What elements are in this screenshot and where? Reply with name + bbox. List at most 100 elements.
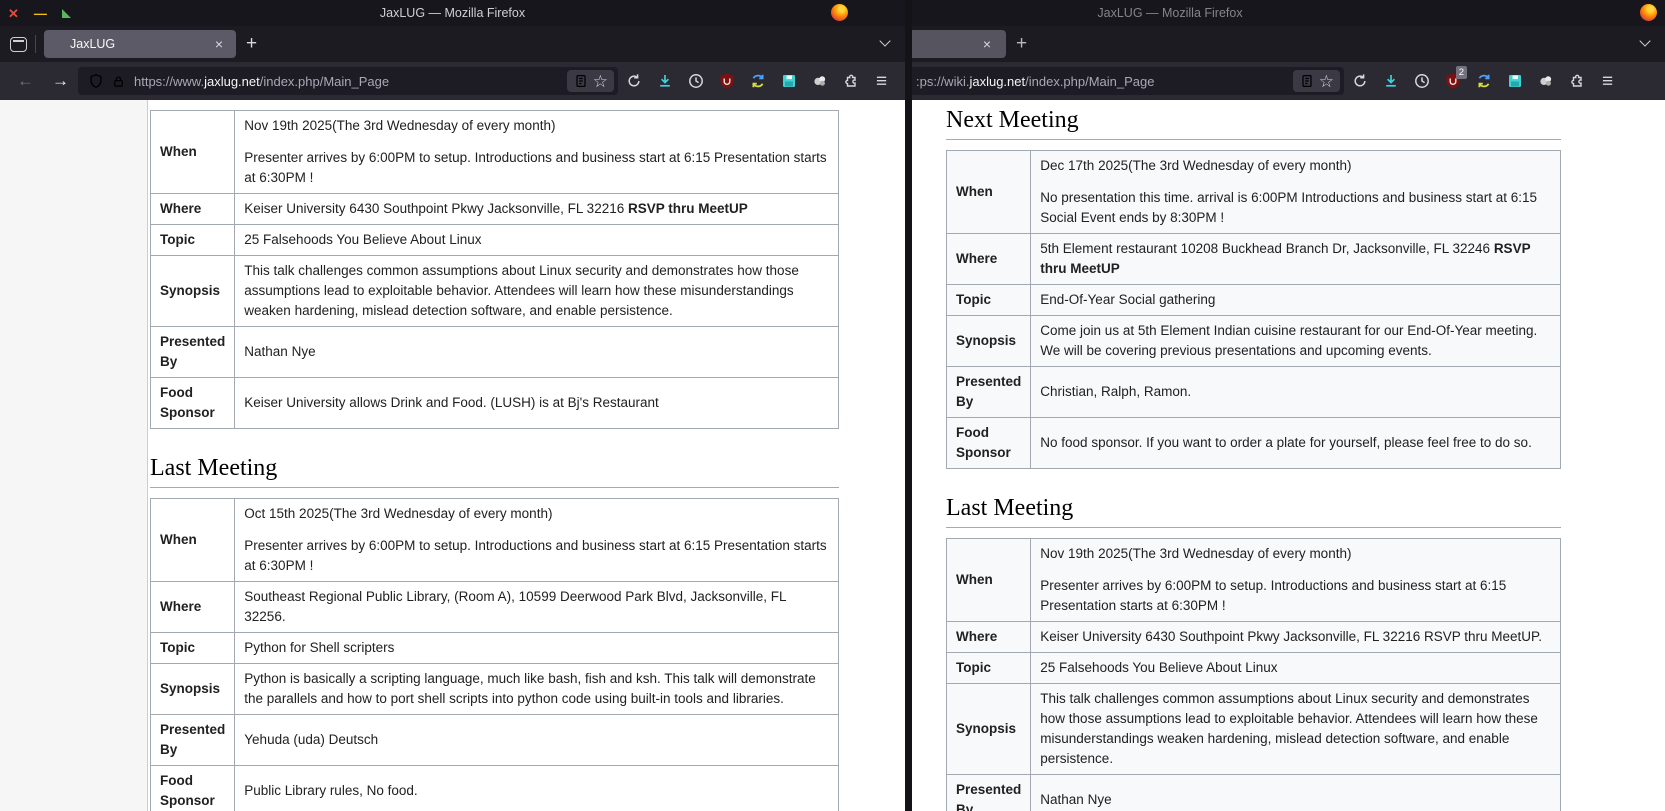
row-value: Keiser University 6430 Southpoint Pkwy J…	[235, 194, 839, 225]
table-row: Food SponsorPublic Library rules, No foo…	[151, 766, 839, 811]
tab-close-icon[interactable]: ×	[980, 35, 994, 53]
row-label: When	[151, 499, 235, 582]
row-label: Presented By	[151, 327, 235, 378]
history-button[interactable]	[1406, 72, 1437, 90]
row-value: Keiser University allows Drink and Food.…	[235, 378, 839, 429]
row-value: Christian, Ralph, Ramon.	[1031, 367, 1561, 418]
reader-view-icon[interactable]	[573, 72, 589, 90]
download-button[interactable]	[1375, 72, 1406, 90]
table-row: Topic25 Falsehoods You Believe About Lin…	[151, 225, 839, 256]
row-value: Yehuda (uda) Deutsch	[235, 715, 839, 766]
maximize-button[interactable]	[62, 9, 71, 18]
menu-button[interactable]: ≡	[866, 72, 897, 91]
save-page-floppy-icon[interactable]	[1499, 72, 1530, 90]
history-button[interactable]	[680, 72, 711, 90]
refresh-button[interactable]	[618, 72, 649, 90]
row-value: Nathan Nye	[235, 327, 839, 378]
row-value: Keiser University 6430 Southpoint Pkwy J…	[1031, 622, 1561, 653]
row-value: Come join us at 5th Element Indian cuisi…	[1031, 316, 1561, 367]
table-row: Food SponsorKeiser University allows Dri…	[151, 378, 839, 429]
row-value: Public Library rules, No food.	[235, 766, 839, 811]
row-label: Synopsis	[151, 256, 235, 327]
table-row: Presented ByChristian, Ralph, Ramon.	[947, 367, 1561, 418]
reader-view-icon[interactable]	[1299, 72, 1315, 90]
list-all-tabs-chevron-icon[interactable]	[879, 35, 890, 46]
row-label: Where	[947, 622, 1031, 653]
close-button[interactable]: ✕	[8, 7, 19, 20]
table-row: WhereSoutheast Regional Public Library, …	[151, 582, 839, 633]
table-row: Topic25 Falsehoods You Believe About Lin…	[947, 653, 1561, 684]
row-value: No food sponsor. If you want to order a …	[1031, 418, 1561, 469]
toolbar-icons: ≡	[618, 72, 897, 91]
firefox-window-right: JaxLUG — Mozilla Firefox × + :ps://wiki.…	[905, 0, 1665, 811]
minimize-button[interactable]: —	[34, 7, 47, 20]
firefox-logo-icon	[831, 4, 848, 21]
bookmark-star-icon[interactable]: ☆	[1319, 73, 1334, 90]
extensions-icon[interactable]	[835, 72, 866, 90]
privacy-badger-icon[interactable]	[1530, 72, 1561, 90]
row-label: Presented By	[947, 367, 1031, 418]
tab-close-icon[interactable]: ×	[212, 35, 226, 53]
lock-icon[interactable]	[111, 74, 126, 89]
row-label: Topic	[947, 653, 1031, 684]
tracking-protection-shield-icon[interactable]	[88, 73, 104, 89]
section-heading: Last Meeting	[150, 455, 839, 488]
table-row: Presented ByYehuda (uda) Deutsch	[151, 715, 839, 766]
table-row: WhereKeiser University 6430 Southpoint P…	[947, 622, 1561, 653]
row-label: Food Sponsor	[151, 766, 235, 811]
proxy-switcher-icon[interactable]	[742, 72, 773, 90]
privacy-badger-icon[interactable]	[804, 72, 835, 90]
row-value: This talk challenges common assumptions …	[235, 256, 839, 327]
download-button[interactable]	[649, 72, 680, 90]
titlebar-left[interactable]: ✕ — JaxLUG — Mozilla Firefox	[0, 0, 905, 26]
navbar-left: ← → https://www.jaxlug.net/index.php/Mai…	[0, 62, 905, 100]
table-row: WhereKeiser University 6430 Southpoint P…	[151, 194, 839, 225]
table-row: WhenNov 19th 2025(The 3rd Wednesday of e…	[151, 111, 839, 194]
window-controls: ✕ —	[0, 7, 71, 20]
ublock-origin-icon[interactable]	[711, 72, 742, 90]
row-value: Nov 19th 2025(The 3rd Wednesday of every…	[235, 111, 839, 194]
firefox-view-icon[interactable]	[10, 37, 27, 52]
ublock-badge: 2	[1456, 66, 1467, 79]
proxy-switcher-icon[interactable]	[1468, 72, 1499, 90]
forward-button[interactable]: →	[43, 71, 78, 91]
row-value: 25 Falsehoods You Believe About Linux	[1031, 653, 1561, 684]
row-label: Synopsis	[151, 664, 235, 715]
row-label: Where	[151, 582, 235, 633]
wiki-content-right: Next MeetingWhenDec 17th 2025(The 3rd We…	[912, 100, 1665, 811]
table-row: TopicPython for Shell scripters	[151, 633, 839, 664]
new-tab-button[interactable]: +	[236, 33, 267, 55]
table-row: WhenNov 19th 2025(The 3rd Wednesday of e…	[947, 539, 1561, 622]
list-all-tabs-chevron-icon[interactable]	[1639, 35, 1650, 46]
tabbar-right: × +	[912, 26, 1665, 62]
ublock-origin-icon[interactable]: 2	[1437, 72, 1468, 90]
tab-label: JaxLUG	[70, 37, 115, 51]
extensions-icon[interactable]	[1561, 72, 1592, 90]
table-row: WhenOct 15th 2025(The 3rd Wednesday of e…	[151, 499, 839, 582]
url-bar[interactable]: https://www.jaxlug.net/index.php/Main_Pa…	[78, 67, 618, 95]
meeting-table: WhenNov 19th 2025(The 3rd Wednesday of e…	[946, 538, 1561, 811]
firefox-window-left: ✕ — JaxLUG — Mozilla Firefox JaxLUG × + …	[0, 0, 905, 811]
table-row: Where5th Element restaurant 10208 Buckhe…	[947, 234, 1561, 285]
save-page-floppy-icon[interactable]	[773, 72, 804, 90]
new-tab-button[interactable]: +	[1006, 33, 1037, 55]
refresh-button[interactable]	[1344, 72, 1375, 90]
table-row: SynopsisThis talk challenges common assu…	[151, 256, 839, 327]
bookmark-star-icon[interactable]: ☆	[593, 73, 608, 90]
back-button[interactable]: ←	[8, 71, 43, 91]
firefox-logo-icon	[1640, 4, 1657, 21]
row-value: Oct 15th 2025(The 3rd Wednesday of every…	[235, 499, 839, 582]
tab-jaxlug[interactable]: JaxLUG ×	[44, 30, 236, 58]
titlebar-right[interactable]: JaxLUG — Mozilla Firefox	[912, 0, 1665, 26]
row-value: Python for Shell scripters	[235, 633, 839, 664]
menu-button[interactable]: ≡	[1592, 72, 1623, 91]
rsvp-bold-text: RSVP thru MeetUP	[1040, 241, 1530, 276]
window-title: JaxLUG — Mozilla Firefox	[380, 6, 525, 20]
row-value: Python is basically a scripting language…	[235, 664, 839, 715]
row-label: Where	[947, 234, 1031, 285]
table-row: Presented ByNathan Nye	[151, 327, 839, 378]
url-text: :ps://wiki.jaxlug.net/index.php/Main_Pag…	[916, 74, 1287, 89]
tab-partial[interactable]: ×	[906, 30, 1006, 58]
table-row: Food SponsorNo food sponsor. If you want…	[947, 418, 1561, 469]
url-bar[interactable]: :ps://wiki.jaxlug.net/index.php/Main_Pag…	[912, 67, 1344, 95]
